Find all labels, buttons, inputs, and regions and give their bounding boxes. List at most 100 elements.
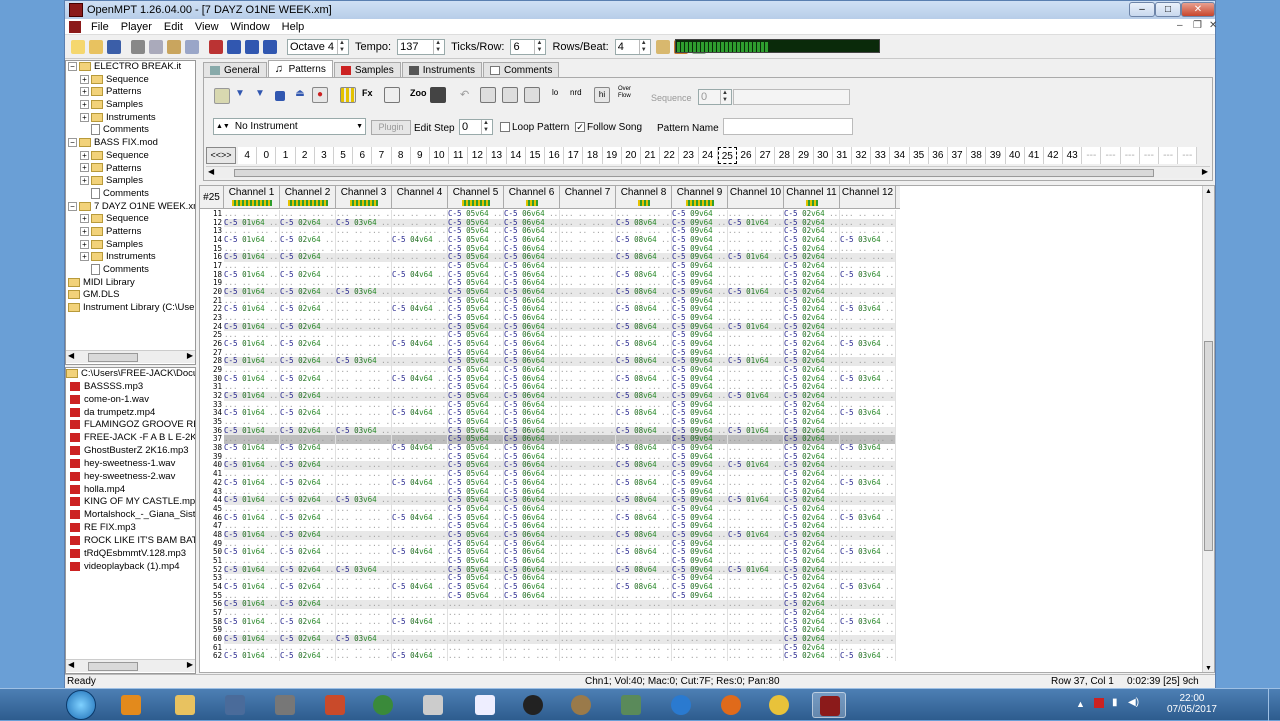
pattern-cell[interactable]: C-5 02v64 ... <box>280 565 336 575</box>
pattern-cell[interactable]: ... .. ... ... <box>392 634 448 644</box>
pattern-cell[interactable]: ... .. ... ... <box>728 504 784 514</box>
cut-icon[interactable] <box>131 40 145 54</box>
expand-icon[interactable]: + <box>80 176 89 186</box>
expand-icon[interactable]: + <box>80 74 89 84</box>
pattern-cell[interactable]: ... .. ... ... <box>224 591 280 601</box>
undo-icon[interactable]: ↶ <box>460 88 476 104</box>
pattern-row[interactable]: ... .. ... ... ... .. ... ... ... .. ... .… <box>224 504 896 514</box>
pattern-cell[interactable]: C-5 01v64 ... <box>224 478 280 488</box>
pattern-cell[interactable]: ... .. ... ... <box>336 435 392 445</box>
pattern-row[interactable]: C-5 01v64 ...C-5 02v64 ...... .. ... ...… <box>224 409 896 419</box>
channel-manager-icon[interactable] <box>384 87 400 103</box>
channel-header[interactable]: Channel 12 <box>840 186 896 209</box>
order-item[interactable]: 43 <box>1063 147 1083 164</box>
pattern-cell[interactable]: C-5 05v64 ... <box>448 409 504 419</box>
pattern-cell[interactable]: C-5 04v64 ... <box>392 513 448 523</box>
pattern-cell[interactable]: C-5 06v64 ... <box>504 270 560 280</box>
pattern-cell[interactable]: ... .. ... ... <box>728 236 784 245</box>
pattern-cell[interactable]: ... .. ... ... <box>224 608 280 618</box>
pattern-cell[interactable]: C-5 02v64 ... <box>784 444 840 453</box>
order-item[interactable]: 36 <box>928 147 948 164</box>
pattern-cell[interactable]: ... .. ... ... <box>336 236 392 245</box>
pattern-cell[interactable]: ... .. ... ... <box>280 539 336 549</box>
pattern-cell[interactable]: C-5 01v64 ... <box>728 461 784 471</box>
pattern-cell[interactable]: C-5 01v64 ... <box>224 270 280 280</box>
pattern-cell[interactable]: C-5 05v64 ... <box>448 270 504 280</box>
pattern-cell[interactable]: C-5 06v64 ... <box>504 383 560 393</box>
pattern-cell[interactable]: ... .. ... ... <box>840 348 896 358</box>
pattern-cell[interactable]: ... .. ... ... <box>840 314 896 323</box>
rows-spinner[interactable]: 4 ▲ ▼ <box>614 39 651 55</box>
pattern-cell[interactable]: ... .. ... ... <box>560 305 616 315</box>
pattern-cell[interactable]: ... .. ... ... <box>336 253 392 263</box>
pattern-cell[interactable]: C-5 09v64 ... <box>672 548 728 557</box>
expand-icon[interactable]: + <box>80 150 89 160</box>
taskbar-chrome[interactable] <box>762 692 796 718</box>
pattern-cell[interactable]: ... .. ... ... <box>560 530 616 540</box>
pattern-row[interactable]: C-5 01v64 ...C-5 02v64 ...... .. ... ...… <box>224 478 896 488</box>
pattern-cell[interactable]: ... .. ... ... <box>336 522 392 531</box>
pattern-cell[interactable]: C-5 02v64 ... <box>784 470 840 479</box>
file-item[interactable]: ROCK LIKE IT'S BAM BATA <box>66 535 195 548</box>
pattern-row[interactable]: C-5 01v64 ...C-5 02v64 ...... .. ... ...… <box>224 392 896 401</box>
order-item[interactable]: 19 <box>602 147 622 164</box>
pattern-cell[interactable]: ... .. ... ... <box>336 392 392 401</box>
pattern-cell[interactable]: ... .. ... ... <box>560 652 616 661</box>
pattern-cell[interactable]: ... .. ... ... <box>560 322 616 332</box>
pattern-cell[interactable]: ... .. ... ... <box>392 504 448 514</box>
order-item[interactable]: 6 <box>353 147 373 164</box>
pattern-cell[interactable]: ... .. ... ... <box>728 400 784 410</box>
network-icon[interactable]: ▮ <box>1112 697 1118 708</box>
pattern-cell[interactable]: ... .. ... ... <box>224 452 280 462</box>
pattern-cell[interactable]: ... .. ... ... <box>336 582 392 592</box>
pattern-cell[interactable]: C-5 02v64 ... <box>784 608 840 618</box>
pattern-cell[interactable]: ... .. ... ... <box>616 643 672 653</box>
pattern-cell[interactable]: C-5 06v64 ... <box>504 348 560 358</box>
pattern-cell[interactable]: ... .. ... ... <box>224 366 280 375</box>
pattern-cell[interactable]: ... .. ... ... <box>336 556 392 566</box>
pattern-cell[interactable]: C-5 09v64 ... <box>672 366 728 375</box>
pattern-cell[interactable]: ... .. ... ... <box>336 548 392 557</box>
pattern-cell[interactable]: ... .. ... ... <box>840 496 896 505</box>
pattern-cell[interactable]: C-5 09v64 ... <box>672 435 728 445</box>
pattern-cell[interactable]: ... .. ... ... <box>840 296 896 306</box>
pattern-cell[interactable]: ... .. ... ... <box>280 556 336 566</box>
pattern-cell[interactable]: ... .. ... ... <box>616 487 672 497</box>
pattern-cell[interactable]: ... .. ... ... <box>336 470 392 479</box>
pattern-row[interactable]: C-5 01v64 ...C-5 02v64 ...... .. ... ...… <box>224 582 896 592</box>
pattern-cell[interactable]: C-5 08v64 ... <box>616 288 672 297</box>
pattern-cell[interactable]: ... .. ... ... <box>560 210 616 219</box>
pattern-cell[interactable]: ... .. ... ... <box>728 522 784 531</box>
taskbar-k-app[interactable] <box>218 692 252 718</box>
order-item[interactable]: 2 <box>295 147 315 164</box>
pattern-cell[interactable]: ... .. ... ... <box>560 548 616 557</box>
pattern-cell[interactable]: ... .. ... ... <box>728 600 784 609</box>
pattern-cell[interactable]: ... .. ... ... <box>616 617 672 627</box>
pattern-cell[interactable]: C-5 08v64 ... <box>616 565 672 575</box>
pattern-cell[interactable]: C-5 05v64 ... <box>448 556 504 566</box>
pattern-cell[interactable]: ... .. ... ... <box>840 539 896 549</box>
channel-header[interactable]: Channel 8 <box>616 186 672 209</box>
instrument-select[interactable]: ▲▼ No Instrument ▼ <box>213 118 366 135</box>
channel-header[interactable]: Channel 2 <box>280 186 336 209</box>
pattern-cell[interactable]: ... .. ... ... <box>280 504 336 514</box>
pattern-cell[interactable]: C-5 05v64 ... <box>448 591 504 601</box>
order-item[interactable]: 38 <box>967 147 987 164</box>
pattern-cell[interactable]: C-5 02v64 ... <box>784 270 840 280</box>
pattern-cell[interactable]: C-5 02v64 ... <box>784 565 840 575</box>
pattern-cell[interactable]: C-5 02v64 ... <box>280 322 336 332</box>
pattern-cell[interactable]: C-5 06v64 ... <box>504 392 560 401</box>
pattern-cell[interactable]: ... .. ... ... <box>728 314 784 323</box>
pattern-cell[interactable]: C-5 02v64 ... <box>280 357 336 367</box>
files-hscroll[interactable]: ◀ ▶ <box>66 659 195 672</box>
pattern-cell[interactable]: ... .. ... ... <box>336 409 392 419</box>
pattern-cell[interactable]: C-5 05v64 ... <box>448 513 504 523</box>
file-item[interactable]: hey-sweetness-1.wav <box>66 458 195 471</box>
pattern-row[interactable]: C-5 01v64 ...C-5 02v64 ...... .. ... ...… <box>224 374 896 384</box>
pattern-cell[interactable]: ... .. ... ... <box>336 244 392 254</box>
tab-instruments[interactable]: Instruments <box>401 62 482 78</box>
pattern-cell[interactable]: C-5 04v64 ... <box>392 340 448 349</box>
pattern-cell[interactable]: ... .. ... ... <box>560 435 616 445</box>
pattern-cell[interactable]: C-5 02v64 ... <box>784 617 840 627</box>
pattern-row[interactable]: ... .. ... ...... .. ... ...... .. ... .… <box>224 383 896 393</box>
